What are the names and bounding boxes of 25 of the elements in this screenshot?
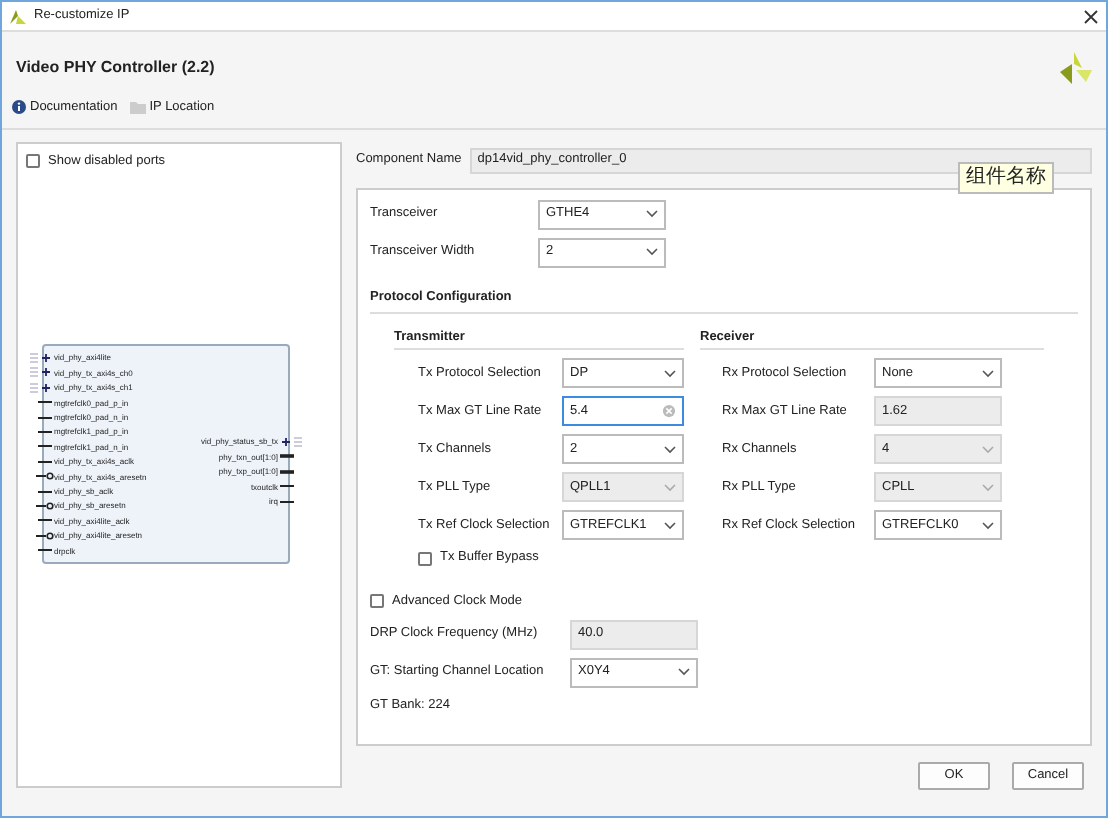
folder-icon [129, 101, 146, 114]
checkbox[interactable] [418, 551, 432, 566]
close-icon[interactable] [1084, 9, 1098, 23]
chevron-down-icon [646, 210, 658, 219]
checkbox[interactable] [26, 154, 40, 169]
reset-port-icon [30, 470, 54, 483]
chevron-down-icon [982, 483, 994, 492]
chevron-down-icon [982, 445, 994, 454]
info-icon [12, 100, 26, 115]
chevron-down-icon [664, 369, 676, 378]
chevron-down-icon [664, 445, 676, 454]
bus-port-icon [278, 435, 302, 448]
chevron-down-icon [982, 521, 994, 530]
logo-icon [1060, 52, 1092, 84]
ip-title: Video PHY Controller (2.2) [16, 56, 215, 80]
logo-icon [10, 8, 26, 24]
chevron-down-icon [982, 369, 994, 378]
reset-port-icon [30, 500, 54, 513]
reset-port-icon [30, 529, 54, 542]
chevron-down-icon [646, 248, 658, 257]
tooltip: 组件名称 [958, 161, 1054, 194]
chevron-down-icon [678, 668, 690, 677]
checkbox[interactable] [370, 594, 384, 609]
chevron-down-icon [664, 483, 676, 492]
chevron-down-icon [664, 521, 676, 530]
